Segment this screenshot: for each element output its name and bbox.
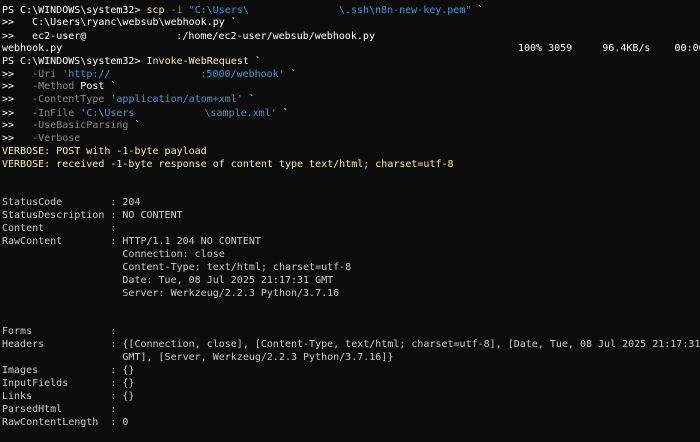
response-content: Content : [2,223,117,235]
verbose-message: VERBOSE: POST with -1-byte payload [2,145,207,157]
redaction-block [110,68,201,78]
response-rawcontent: Server: Werkzeug/2.2.3 Python/3.7.16 [2,287,340,299]
identity-flag: -i [170,5,183,16]
terminal-output[interactable]: PS C:\WINDOWS\system32> scp -i "C:\Users… [2,4,700,429]
continuation-prompt: >> [2,69,15,81]
transfer-filename: webhook.py [2,42,63,54]
response-images: Images : {} [2,364,135,376]
response-links: Links : {} [2,390,135,402]
infile-param-line: >> -InFile 'C:\Users \sample.xml' ` [2,107,698,120]
response-headers: GMT], [Server, Werkzeug/2.2.3 Python/3.7… [2,352,394,364]
prompt: PS C:\WINDOWS\system32> [2,5,141,16]
infile-path-start: 'C:\Users [80,108,135,120]
dest-path: :/home/ec2-user/websub/webhook.py [176,30,375,42]
scp-command: scp [146,5,165,16]
basicparsing-param-line: >> -UseBasicParsing ` [2,120,698,133]
key-path-start: "C:\Users\ [188,5,249,16]
dest-user: ec2-user@ [32,30,87,42]
uri-start: 'http:// [62,69,111,81]
response-rawcontent: Content-Type: text/html; charset=utf-8 [2,261,352,273]
response-rawcontent: Connection: close [2,248,225,260]
contenttype-param-line: >> -ContentType 'application/atom+xml' ` [2,94,698,107]
line-continuation: ` [248,94,255,106]
line-continuation: ` [110,81,117,93]
line-continuation: ` [134,120,141,132]
scp-command-line: PS C:\WINDOWS\system32> scp -i "C:\Users… [2,4,698,17]
method-value: Post [80,81,105,93]
verbose-param-line: >> -Verbose [2,133,698,146]
response-rawcontent: RawContent : HTTP/1.1 204 NO CONTENT [2,236,261,248]
method-param-line: >> -Method Post ` [2,81,698,94]
continuation-prompt: >> [2,108,15,120]
scp-source-line: >> C:\Users\ryanc\websub\webhook.py ` [2,17,698,30]
uri-end: :5000/webhook' [200,69,285,81]
infile-param: -InFile [32,108,75,120]
line-continuation: ` [254,55,261,67]
response-inputfields: InputFields : {} [2,377,135,389]
contenttype-param: -ContentType [32,94,105,106]
line-continuation: ` [282,108,289,120]
response-rawcontentlength: RawContentLength : 0 [2,416,129,428]
continuation-prompt: >> [2,81,15,93]
contenttype-value: 'application/atom+xml' [110,94,243,106]
response-parsedhtml: ParsedHtml : [2,403,117,415]
redaction-block [248,4,339,13]
continuation-prompt: >> [2,132,15,144]
line-continuation: ` [477,5,484,16]
infile-path-end: \sample.xml' [204,108,277,120]
response-status-description: StatusDescription : NO CONTENT [2,210,183,222]
response-headers: Headers : {[Connection, close], [Content… [2,339,700,351]
response-forms: Forms : [2,326,117,338]
redaction-block [134,107,205,117]
invoke-command-line: PS C:\WINDOWS\system32> Invoke-WebReques… [2,56,698,69]
continuation-prompt: >> [2,94,15,106]
continuation-prompt: >> [2,120,15,132]
prompt: PS C:\WINDOWS\system32> [2,55,141,67]
redaction-block [86,29,177,39]
continuation-prompt: >> [2,30,15,42]
uri-param-line: >> -Uri 'http:// :5000/webhook' ` [2,68,698,81]
uri-param: -Uri [32,69,57,81]
verbose-message: VERBOSE: received -1-byte response of co… [2,158,454,170]
method-param: -Method [32,81,75,93]
line-continuation: ` [230,16,237,28]
source-path: C:\Users\ryanc\websub\webhook.py [32,16,225,28]
verbose-param: -Verbose [32,132,81,144]
key-path-end: \.ssh\n8n-new-key.pem" [338,5,472,16]
line-continuation: ` [290,69,297,81]
scp-progress-line: webhook.py 100% 3059 96.4KB/s 00:00 [2,42,700,56]
invoke-command: Invoke-WebRequest [146,55,249,67]
basicparsing-param: -UseBasicParsing [32,120,129,132]
response-status-code: StatusCode : 204 [2,197,141,209]
scp-dest-line: >> ec2-user@ :/home/ec2-user/websub/webho… [2,29,698,43]
transfer-progress: 100% 3059 96.4KB/s 00:00 [518,42,700,54]
response-rawcontent: Date: Tue, 08 Jul 2025 21:17:31 GMT [2,274,334,286]
continuation-prompt: >> [2,16,15,28]
